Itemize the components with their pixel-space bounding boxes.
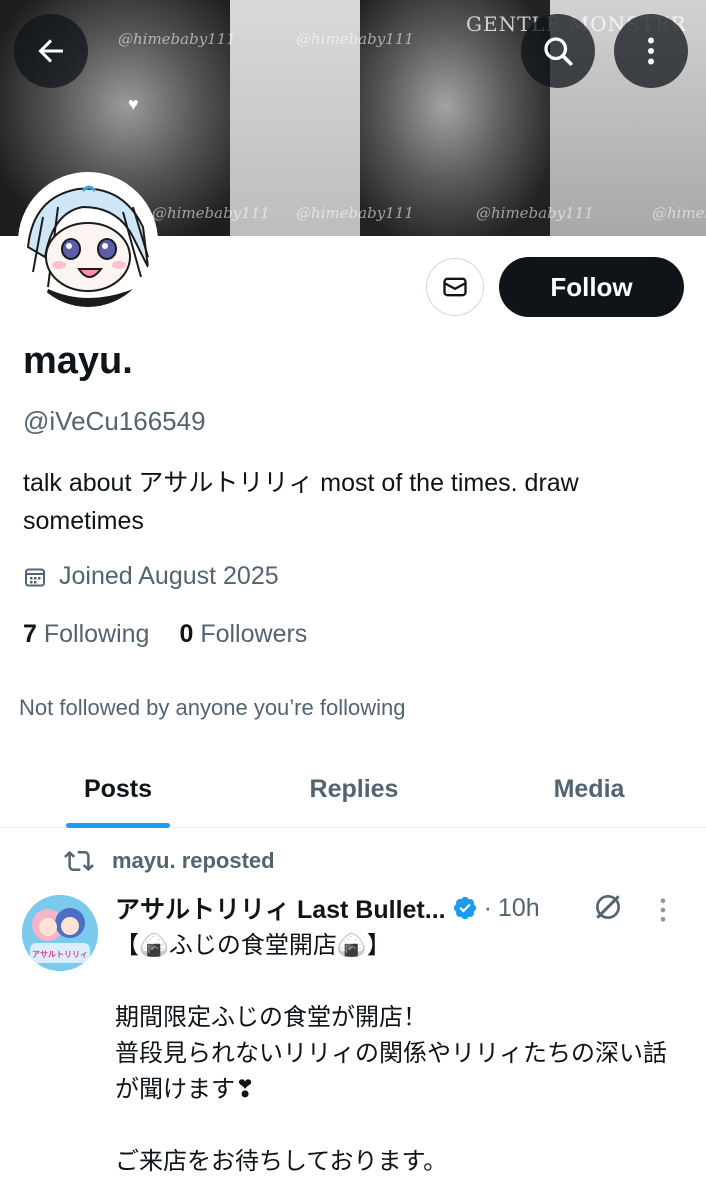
heart-icon: ♥	[128, 94, 139, 114]
more-vertical-icon	[660, 898, 666, 922]
post-avatar-logo-text: アサルトリリィ	[32, 950, 88, 959]
tab-posts-label: Posts	[83, 774, 153, 803]
banner-watermark: @himebaby111	[118, 30, 236, 48]
tab-replies[interactable]: Replies	[236, 750, 472, 828]
repost-text: mayu. reposted	[112, 848, 275, 873]
following-label: Following	[43, 620, 150, 648]
following-count: 7	[23, 620, 37, 648]
follow-stats: 7 Following 0 Followers	[23, 620, 307, 649]
post-line: 【🍙ふじの食堂開店🍙】	[115, 932, 391, 959]
user-handle: @iVeCu166549	[23, 406, 206, 436]
tab-media[interactable]: Media	[472, 750, 706, 828]
tab-media-label: Media	[553, 774, 625, 803]
followers-label: Followers	[200, 620, 308, 648]
post-line	[115, 1108, 685, 1144]
more-button[interactable]	[614, 14, 688, 88]
post-line	[115, 964, 685, 1000]
following-link[interactable]: 7 Following	[23, 620, 149, 649]
search-icon	[544, 37, 573, 66]
banner-watermark: @himebaby111	[476, 204, 594, 222]
profile-tabs: Posts Replies Media	[0, 750, 706, 828]
post-author-name[interactable]: アサルトリリィ Last Bullet...	[115, 890, 446, 926]
message-button[interactable]	[426, 258, 484, 316]
follow-button[interactable]: Follow	[499, 257, 684, 317]
mail-icon	[443, 277, 467, 297]
banner-watermark: @himebaby111	[652, 204, 706, 222]
banner-watermark: @himebaby111	[296, 204, 414, 222]
post-text: 【🍙ふじの食堂開店🍙】 期間限定ふじの食堂が開店！ 普段見られないリリィの関係や…	[115, 928, 685, 1180]
post-author-avatar[interactable]: アサルトリリィ	[22, 895, 98, 971]
grok-button[interactable]	[592, 891, 624, 928]
post-dot: ·	[483, 893, 492, 922]
post-more-button[interactable]	[658, 896, 668, 929]
banner-watermark: @himebaby111	[296, 30, 414, 48]
post-header: アサルトリリィ Last Bullet... · 10h	[115, 890, 540, 926]
post-line: ご来店をお待ちしております。	[115, 1148, 448, 1175]
post-line: 期間限定ふじの食堂が開店！	[115, 1004, 427, 1031]
repost-indicator: mayu. reposted	[64, 846, 275, 876]
followers-link[interactable]: 0 Followers	[179, 620, 307, 649]
search-button[interactable]	[521, 14, 595, 88]
post-time[interactable]: 10h	[498, 894, 540, 923]
back-button[interactable]	[14, 14, 88, 88]
not-followed-note: Not followed by anyone you’re following	[19, 695, 406, 720]
display-name: mayu.	[23, 340, 133, 382]
grok-icon	[596, 895, 620, 919]
tab-posts[interactable]: Posts	[0, 750, 236, 828]
profile-avatar[interactable]	[18, 172, 158, 312]
joined-text: Joined August 2025	[59, 562, 279, 590]
calendar-icon	[25, 568, 45, 586]
more-vertical-icon	[648, 37, 654, 65]
tab-replies-label: Replies	[309, 774, 399, 803]
profile-bio: talk about アサルトリリィ most of the times. dr…	[23, 469, 579, 535]
banner-watermark: @himebaby111	[152, 204, 270, 222]
active-tab-indicator	[66, 823, 170, 828]
post-avatar-art: アサルトリリィ	[22, 895, 98, 971]
verified-badge-icon	[453, 896, 476, 920]
post-line: 普段見られないリリィの関係やリリィたちの深い話が聞けます❣	[115, 1040, 667, 1103]
repost-icon	[64, 850, 94, 872]
avatar-illustration	[23, 177, 153, 307]
followers-count: 0	[179, 620, 194, 648]
joined-date: Joined August 2025	[23, 562, 279, 591]
arrow-left-icon	[38, 39, 63, 63]
